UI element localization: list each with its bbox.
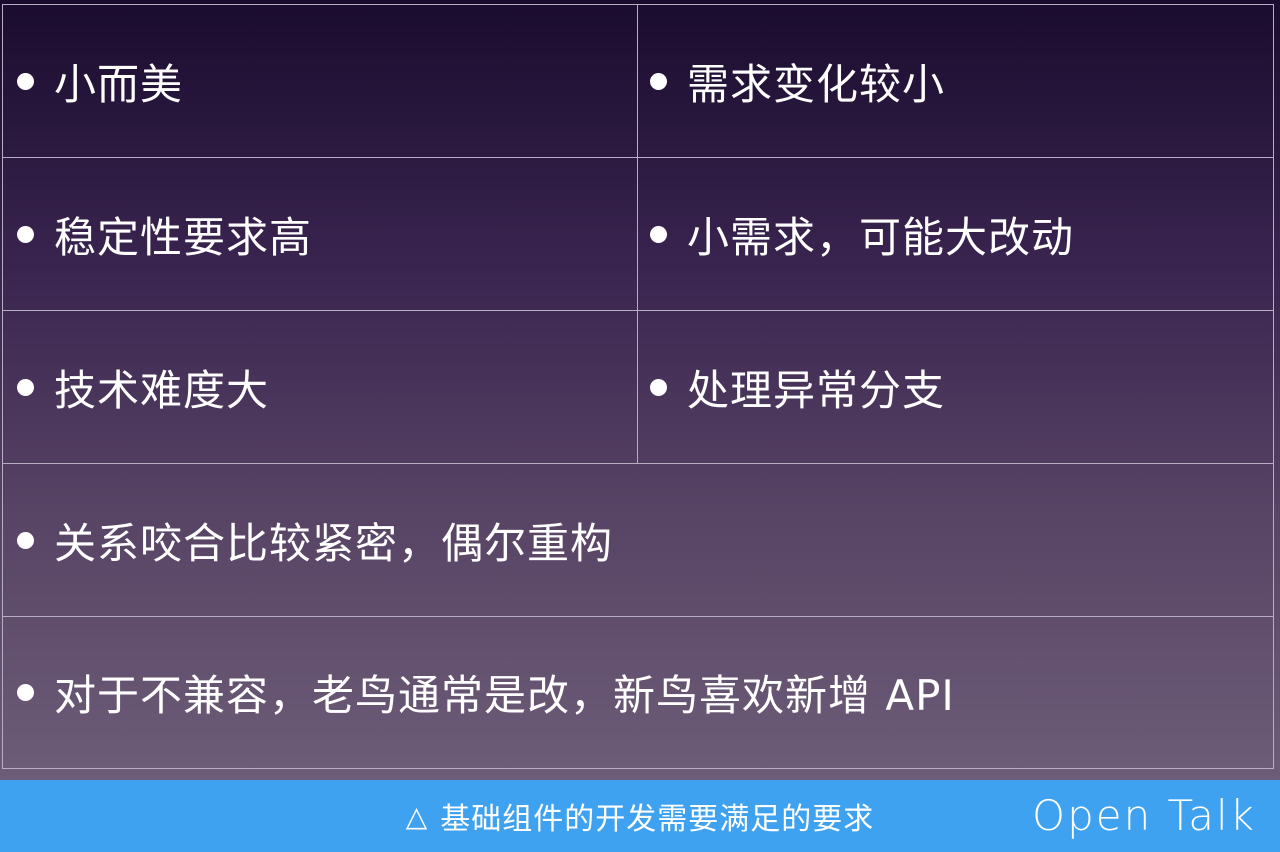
bullet-icon — [650, 225, 667, 243]
cell-text: 小而美 — [54, 59, 184, 109]
cell-text: 技术难度大 — [54, 365, 270, 415]
caption-bar: △ 基础组件的开发需要满足的要求 Open Talk — [0, 780, 1280, 852]
cell-text: 稳定性要求高 — [54, 212, 313, 262]
table-cell: 小需求，可能大改动 — [638, 158, 1274, 310]
table-cell: 小而美 — [2, 5, 638, 157]
bullet-icon — [17, 225, 34, 243]
table-row: 关系咬合比较紧密，偶尔重构 — [2, 463, 1274, 616]
bullet-icon — [17, 378, 34, 396]
bullet-icon — [650, 72, 667, 90]
cell-text: 处理异常分支 — [687, 365, 946, 415]
cell-text: 关系咬合比较紧密，偶尔重构 — [54, 518, 614, 568]
brand-logo: Open Talk — [1032, 791, 1256, 840]
cell-text: 需求变化较小 — [687, 59, 946, 109]
table-row: 小而美 需求变化较小 — [2, 4, 1274, 157]
triangle-icon: △ — [405, 799, 429, 833]
table-cell: 对于不兼容，老鸟通常是改，新鸟喜欢新增 API — [2, 617, 1274, 768]
table-cell: 需求变化较小 — [638, 5, 1274, 157]
table-cell: 技术难度大 — [2, 311, 638, 463]
table-row: 稳定性要求高 小需求，可能大改动 — [2, 157, 1274, 310]
slide: 小而美 需求变化较小 稳定性要求高 小需求，可能大改动 技术难度大 处理异常分支… — [0, 0, 1280, 780]
table-cell: 稳定性要求高 — [2, 158, 638, 310]
cell-text: 对于不兼容，老鸟通常是改，新鸟喜欢新增 API — [54, 671, 955, 720]
bullet-icon — [17, 72, 34, 90]
caption-text: 基础组件的开发需要满足的要求 — [440, 802, 875, 837]
bullet-icon — [650, 378, 667, 396]
table-row: 对于不兼容，老鸟通常是改，新鸟喜欢新增 API — [2, 616, 1274, 769]
bullet-icon — [17, 684, 34, 701]
cell-text: 小需求，可能大改动 — [687, 212, 1075, 262]
table-row: 技术难度大 处理异常分支 — [2, 310, 1274, 463]
table-cell: 关系咬合比较紧密，偶尔重构 — [2, 464, 1274, 616]
requirements-table: 小而美 需求变化较小 稳定性要求高 小需求，可能大改动 技术难度大 处理异常分支… — [2, 4, 1274, 772]
bullet-icon — [17, 531, 34, 549]
table-cell: 处理异常分支 — [638, 311, 1274, 463]
